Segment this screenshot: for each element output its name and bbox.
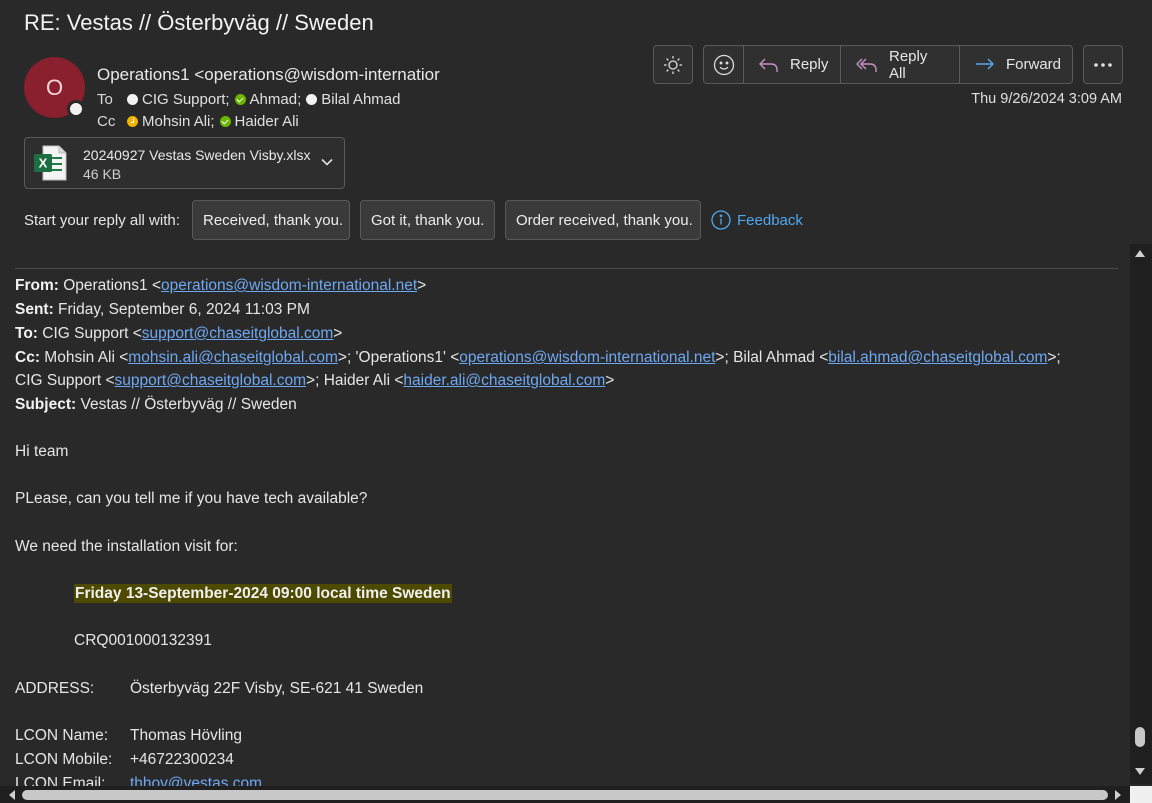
info-icon (711, 210, 731, 230)
cc-recipients-row: Cc Mohsin Ali; Haider Ali (97, 113, 299, 130)
sun-icon (664, 55, 682, 74)
more-actions-button[interactable] (1083, 45, 1123, 84)
quoted-cc-line: Cc: Mohsin Ali <mohsin.ali@chaseitglobal… (15, 349, 1061, 366)
reply-toolbar: Reply Reply All Forward (703, 45, 1073, 84)
highlighted-date: Friday 13-September-2024 09:00 local tim… (74, 584, 452, 603)
attachment-size: 46 KB (83, 166, 122, 182)
presence-available-icon (234, 94, 246, 105)
change-request-number: CRQ001000132391 (74, 632, 212, 649)
quoted-cc-line-continued: CIG Support <support@chaseitglobal.com>;… (15, 372, 615, 389)
cc-email-link[interactable]: operations@wisdom-international.net (459, 349, 715, 366)
presence-offline-icon (306, 94, 318, 105)
cc-email-link[interactable]: mohsin.ali@chaseitglobal.com (128, 349, 338, 366)
scroll-down-arrow-icon[interactable] (1133, 766, 1147, 778)
presence-status-icon (67, 100, 85, 118)
quick-reply-received[interactable]: Received, thank you. (192, 200, 350, 240)
quick-reply-order-received[interactable]: Order received, thank you. (505, 200, 701, 240)
lcon-email-row: LCON Email: thhov@vestas.com (15, 775, 262, 786)
address-row: ADDRESS: Österbyväg 22F Visby, SE-621 41 … (15, 680, 424, 697)
from-label: From: (15, 277, 59, 294)
reply-icon (758, 56, 780, 74)
received-date: Thu 9/26/2024 3:09 AM (971, 91, 1122, 107)
email-subject: RE: Vestas // Österbyväg // Sweden (24, 10, 374, 35)
attachment-name: 20240927 Vestas Sweden Visby.xlsx (83, 147, 311, 163)
lcon-email-link[interactable]: thhov@vestas.com (130, 775, 262, 786)
request-paragraph: We need the installation visit for: (15, 538, 238, 555)
question-paragraph: PLease, can you tell me if you have tech… (15, 490, 368, 507)
cc-label: Cc (97, 113, 116, 130)
visit-date: Friday 13-September-2024 09:00 local tim… (74, 584, 452, 603)
quoted-from-line: From: Operations1 <operations@wisdom-int… (15, 277, 427, 294)
scroll-up-arrow-icon[interactable] (1133, 247, 1147, 259)
forward-button[interactable]: Forward (960, 46, 1072, 83)
feedback-label: Feedback (737, 211, 803, 229)
recipient-ahmad[interactable]: Ahmad; (250, 91, 302, 108)
quoted-subject-line: Subject: Vestas // Österbyväg // Sweden (15, 396, 297, 413)
scroll-left-arrow-icon[interactable] (7, 789, 17, 801)
from-email-link[interactable]: operations@wisdom-international.net (161, 277, 417, 294)
to-field-label: To: (15, 325, 38, 342)
cc-email-link[interactable]: support@chaseitglobal.com (115, 372, 307, 389)
cc-email-link[interactable]: haider.ali@chaseitglobal.com (403, 372, 605, 389)
presence-offline-icon (127, 94, 138, 105)
reply-all-icon (855, 56, 879, 74)
forward-label: Forward (1006, 56, 1062, 73)
smiley-icon (713, 54, 734, 75)
to-recipients-row: To CIG Support; Ahmad; Bilal Ahmad (97, 91, 400, 108)
horizontal-scroll-thumb[interactable] (22, 790, 1108, 800)
scroll-right-arrow-icon[interactable] (1113, 789, 1123, 801)
quick-reply-got-it[interactable]: Got it, thank you. (360, 200, 495, 240)
subject-label: Subject: (15, 396, 77, 413)
cc-field-label: Cc: (15, 349, 40, 366)
sender-name[interactable]: Operations1 <operations@wisdom-internati… (97, 65, 465, 85)
quoted-sent-line: Sent: Friday, September 6, 2024 11:03 PM (15, 301, 310, 318)
to-label: To (97, 91, 113, 108)
more-icon (1094, 62, 1112, 67)
theme-toggle-button[interactable] (653, 45, 693, 84)
quick-reply-label: Start your reply all with: (24, 212, 180, 229)
attachment-card[interactable]: X 20240927 Vestas Sweden Visby.xlsx 46 K… (24, 137, 345, 189)
recipient-haider-ali[interactable]: Haider Ali (235, 113, 299, 130)
to-email-link[interactable]: support@chaseitglobal.com (142, 325, 334, 342)
recipient-bilal-ahmad[interactable]: Bilal Ahmad (321, 91, 400, 108)
react-button[interactable] (704, 46, 744, 83)
excel-letter: X (39, 156, 48, 171)
greeting: Hi team (15, 443, 69, 460)
presence-away-icon (127, 116, 138, 127)
recipient-cig-support[interactable]: CIG Support; (142, 91, 230, 108)
avatar-initial: O (45, 74, 64, 100)
reply-label: Reply (790, 56, 829, 73)
reply-all-label: Reply All (889, 47, 928, 82)
message-body: From: Operations1 <operations@wisdom-int… (15, 276, 1125, 786)
chevron-down-icon[interactable] (320, 155, 334, 169)
forward-icon (974, 56, 996, 74)
lcon-name-row: LCON Name: Thomas Hövling (15, 727, 242, 744)
quoted-to-line: To: CIG Support <support@chaseitglobal.c… (15, 325, 343, 342)
cc-email-link[interactable]: bilal.ahmad@chaseitglobal.com (828, 349, 1047, 366)
recipient-mohsin-ali[interactable]: Mohsin Ali; (142, 113, 215, 130)
excel-file-icon: X (34, 145, 67, 181)
scrollbar-corner (1130, 786, 1152, 803)
reply-button[interactable]: Reply (744, 46, 841, 83)
header-divider (15, 268, 1118, 269)
sent-label: Sent: (15, 301, 54, 318)
presence-available-icon (219, 116, 231, 127)
feedback-link[interactable]: Feedback (711, 210, 803, 230)
reply-all-button[interactable]: Reply All (841, 46, 960, 83)
lcon-mobile-row: LCON Mobile: +46722300234 (15, 751, 234, 768)
vertical-scroll-thumb[interactable] (1135, 727, 1145, 747)
vertical-scrollbar[interactable] (1130, 244, 1152, 784)
